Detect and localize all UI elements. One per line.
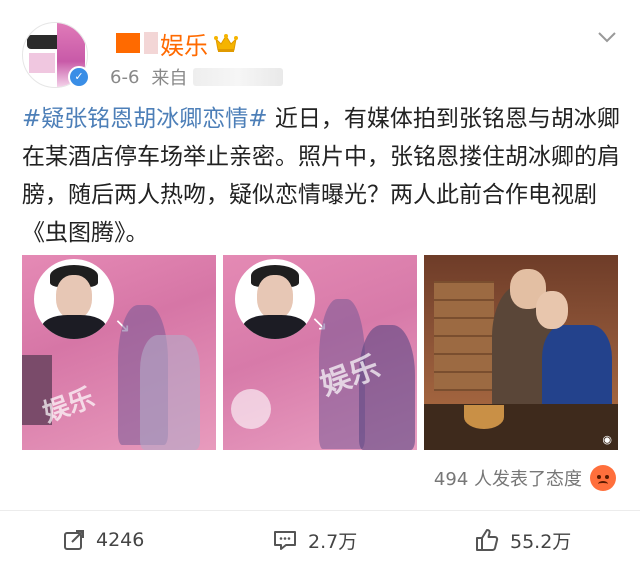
angry-emoji-icon	[590, 465, 616, 491]
inset-portrait	[34, 259, 114, 339]
author-name[interactable]: 娱乐	[160, 26, 208, 61]
comment-icon	[274, 531, 296, 550]
photo-figure	[140, 335, 200, 450]
crown-icon	[214, 32, 238, 54]
photo-desk	[424, 404, 618, 450]
action-bar: 4246 2.7万 55.2万	[0, 518, 640, 562]
avatar-art	[29, 53, 55, 73]
inset-portrait	[235, 259, 315, 339]
divider	[0, 510, 640, 511]
author-name-redaction	[116, 33, 140, 53]
photo-3[interactable]: ◉	[424, 255, 618, 450]
like-button[interactable]: 55.2万	[474, 518, 571, 562]
reactions-summary[interactable]: 494 人发表了态度	[434, 465, 616, 491]
topic-tag[interactable]: #疑张铭恩胡冰卿恋情#	[22, 106, 268, 132]
comment-button[interactable]: 2.7万	[272, 518, 357, 562]
post-source-redaction	[193, 68, 284, 86]
photo-figure	[536, 291, 568, 329]
photo-2[interactable]: ↘ 娱乐	[223, 255, 417, 450]
post-source-label: 来自	[151, 68, 188, 89]
repost-icon	[64, 530, 84, 550]
comment-count: 2.7万	[308, 530, 358, 553]
post-date: 6-6	[110, 66, 140, 88]
verified-badge-icon: ✓	[68, 66, 90, 88]
chevron-down-icon[interactable]	[596, 26, 618, 48]
image-gallery: ↘ 娱乐 ↘ 娱乐 ◉	[22, 255, 618, 450]
like-count: 55.2万	[510, 530, 572, 553]
post-body: #疑张铭恩胡冰卿恋情# 近日，有媒体拍到张铭恩与胡冰卿在某酒店停车场举止亲密。照…	[22, 100, 622, 252]
post-meta: 6-6 来自	[110, 64, 284, 90]
weibo-corner-icon: ◉	[602, 433, 612, 446]
repost-count: 4246	[96, 529, 145, 551]
post-header: ✓ 娱乐 6-6 来自	[0, 0, 640, 96]
photo-bowl	[464, 405, 504, 429]
author-name-redaction	[144, 32, 158, 54]
watermark-logo-icon	[231, 389, 271, 429]
photo-1[interactable]: ↘ 娱乐	[22, 255, 216, 450]
thumbs-up-icon	[476, 529, 499, 551]
author-name-row[interactable]: 娱乐	[116, 26, 238, 61]
reactions-count: 494 人发表了态度	[433, 469, 582, 490]
repost-button[interactable]: 4246	[62, 518, 144, 562]
photo-cabinet	[434, 281, 494, 391]
